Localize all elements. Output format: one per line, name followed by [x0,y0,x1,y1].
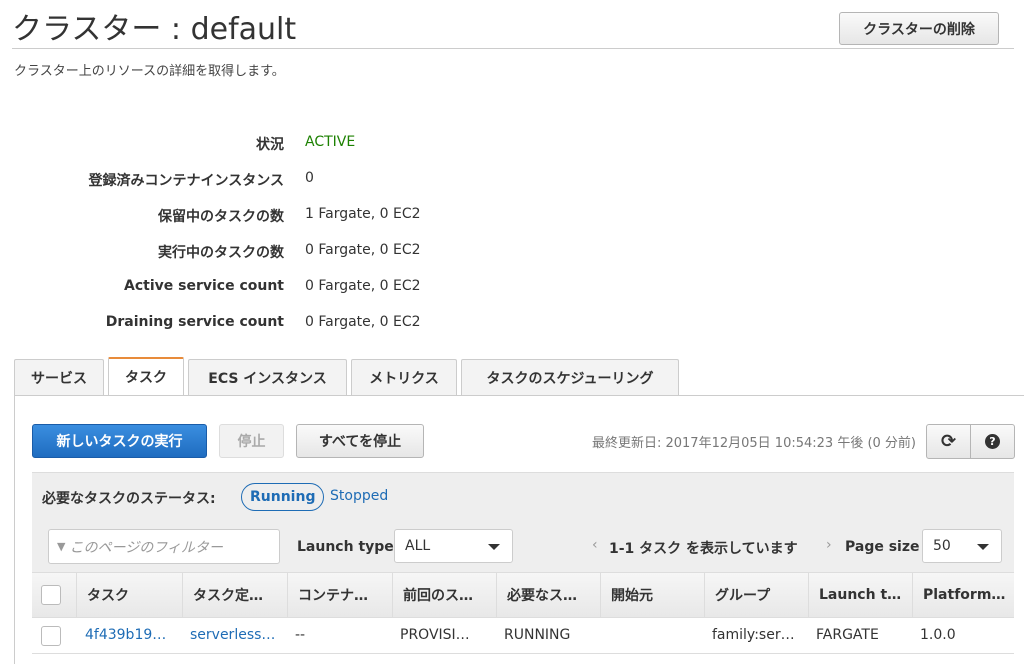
filter-icon: ▼ [57,540,66,553]
last-updated: 最終更新日: 2017年12月05日 10:54:23 午後 (0 分前) [591,436,916,451]
help-icon: ? [985,434,1000,449]
tab-tasks[interactable]: タスク [108,357,184,395]
detail-value: 0 [305,170,314,186]
launch-type-cell: FARGATE [816,627,879,643]
filter-placeholder: このページのフィルター [69,539,223,556]
column-header-group[interactable]: グループ [704,573,808,617]
stop-all-button[interactable]: すべてを停止 [296,424,424,458]
page-size-value: 50 [933,538,951,554]
run-new-task-button[interactable]: 新しいタスクの実行 [32,424,207,458]
launch-type-select[interactable]: ALL [394,529,513,563]
detail-value: 0 Fargate, 0 EC2 [305,278,421,294]
filter-input[interactable]: ▼ このページのフィルター [48,529,280,564]
refresh-icon: ⟳ [940,431,957,452]
next-page-icon[interactable]: › [826,537,832,553]
delete-cluster-button[interactable]: クラスターの削除 [839,12,999,45]
divider [12,48,1014,49]
stop-button[interactable]: 停止 [219,424,284,458]
page-size-select[interactable]: 50 [922,529,1002,563]
refresh-button[interactable]: ⟳ [926,424,971,459]
tab-ecs-instances[interactable]: ECS インスタンス [188,359,347,395]
row-checkbox[interactable] [41,626,61,646]
launch-type-value: ALL [405,538,431,554]
task-id-link[interactable]: 4f439b19… [77,617,166,653]
detail-label: 状況 [256,137,284,153]
prev-page-icon[interactable]: ‹ [592,537,598,553]
platform-cell: 1.0.0 [920,627,956,643]
page-subtitle: クラスター上のリソースの詳細を取得します。 [14,64,285,79]
column-header-launch-type[interactable]: Launch t… [808,573,912,617]
detail-label: 実行中のタスクの数 [158,245,284,261]
container-cell: -- [295,627,306,643]
detail-label: 登録済みコンテナインスタンス [88,173,284,189]
page-size-label: Page size [845,539,920,555]
group-cell: family:ser… [712,627,795,643]
status-stopped-filter[interactable]: Stopped [330,488,388,504]
pagination-text: 1-1 タスク を表示しています [609,541,798,557]
status-value: ACTIVE [305,134,356,150]
chevron-down-icon [488,544,500,550]
help-button[interactable]: ? [970,424,1015,459]
detail-value: 1 Fargate, 0 EC2 [305,206,421,222]
started-by-cell [600,617,608,653]
column-header-task[interactable]: タスク [76,573,182,617]
select-all-checkbox[interactable] [41,585,61,605]
chevron-down-icon [977,544,989,550]
detail-value: 0 Fargate, 0 EC2 [305,314,421,330]
task-definition-link[interactable]: serverless… [182,617,275,653]
column-header-task-definition[interactable]: タスク定… [182,573,287,617]
page-title: クラスター : default [12,12,297,47]
filter-row: ▼ このページのフィルター Launch type ALL ‹ 1-1 タスク を… [32,521,1014,572]
status-filter-label: 必要なタスクのステータス: [42,491,216,507]
column-header-desired-status[interactable]: 必要なス… [496,573,600,617]
status-filter-bar: 必要なタスクのステータス: Running Stopped [32,472,1014,522]
table-header: タスク タスク定… コンテナ… 前回のス… 必要なス… 開始元 グループ Lau… [32,572,1014,618]
desired-status-cell: RUNNING [504,627,571,643]
tab-scheduling[interactable]: タスクのスケジューリング [461,359,679,395]
launch-type-label: Launch type [297,539,394,555]
tab-metrics[interactable]: メトリクス [351,359,457,395]
detail-value: 0 Fargate, 0 EC2 [305,242,421,258]
tab-services[interactable]: サービス [14,359,104,395]
status-running-filter[interactable]: Running [241,483,325,511]
detail-label: 保留中のタスクの数 [158,209,284,225]
detail-label: Active service count [124,278,284,294]
last-status-cell: PROVISI… [400,627,470,643]
row-divider [32,653,1014,654]
column-header-container[interactable]: コンテナ… [287,573,392,617]
detail-label: Draining service count [105,314,284,330]
column-header-platform[interactable]: Platform… [912,573,1014,617]
column-header-started-by[interactable]: 開始元 [600,573,704,617]
column-header-last-status[interactable]: 前回のス… [392,573,496,617]
